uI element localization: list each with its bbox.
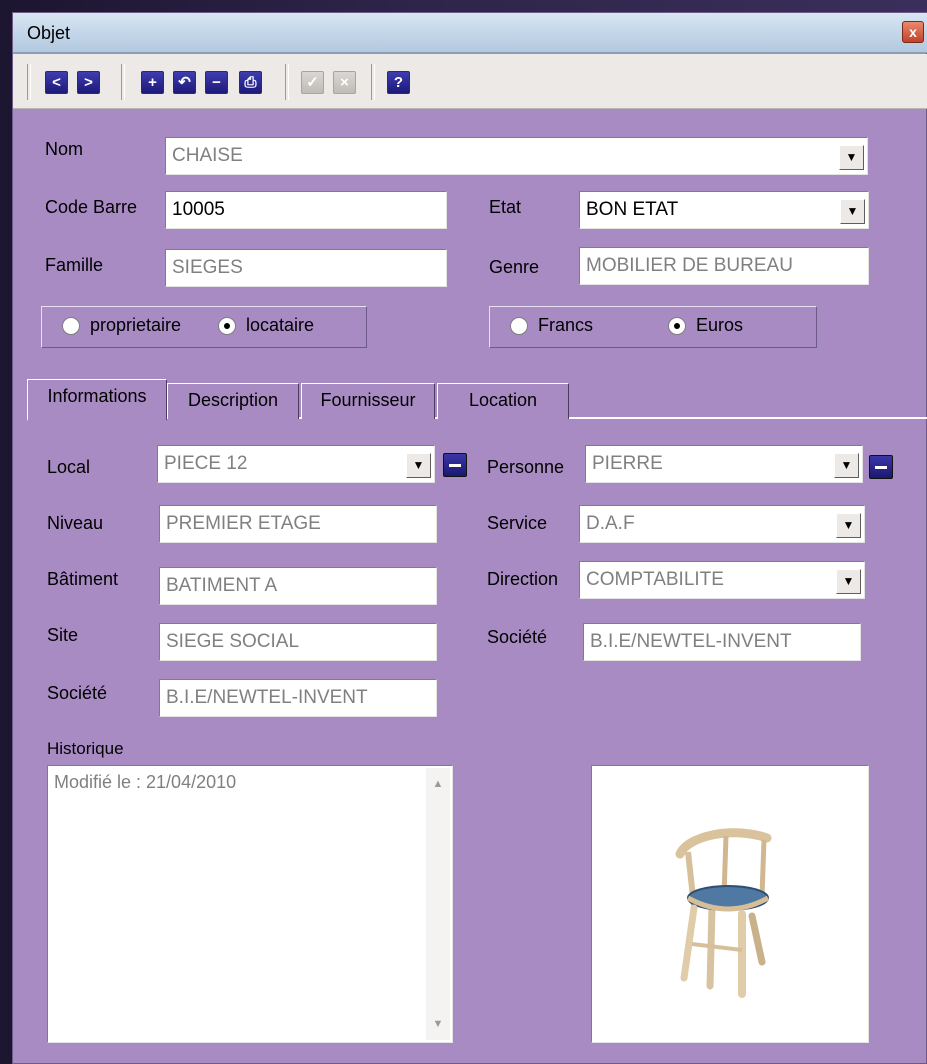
personne-label: Personne bbox=[487, 457, 565, 477]
toolbar: < > + ↶ − ⎙ ✓ × ? bbox=[13, 54, 927, 109]
close-button[interactable]: x bbox=[902, 21, 924, 43]
batiment-label: Bâtiment bbox=[47, 569, 119, 589]
etat-value: BON ETAT bbox=[586, 199, 679, 220]
societe-left-field[interactable]: B.I.E/NEWTEL-INVENT bbox=[159, 679, 437, 717]
chevron-down-icon[interactable]: ▼ bbox=[840, 199, 865, 224]
currency-group: Francs Euros bbox=[489, 306, 817, 348]
direction-value: COMPTABILITE bbox=[586, 569, 724, 590]
local-value: PIECE 12 bbox=[164, 453, 248, 474]
radio-francs[interactable] bbox=[510, 317, 528, 335]
remove-button[interactable]: − bbox=[205, 71, 228, 94]
local-combo[interactable]: PIECE 12 ▼ bbox=[157, 445, 435, 483]
locataire-label: locataire bbox=[246, 315, 315, 335]
scroll-down-icon[interactable]: ▼ bbox=[426, 1012, 450, 1036]
code-barre-label: Code Barre bbox=[45, 197, 138, 217]
niveau-field[interactable]: PREMIER ETAGE bbox=[159, 505, 437, 543]
window-title: Objet bbox=[27, 23, 71, 43]
site-label: Site bbox=[47, 625, 79, 645]
chair-icon bbox=[675, 828, 772, 998]
euros-label: Euros bbox=[696, 315, 744, 335]
remove-personne-button[interactable] bbox=[869, 455, 893, 479]
remove-local-button[interactable] bbox=[443, 453, 467, 477]
validate-button[interactable]: ✓ bbox=[301, 71, 324, 94]
historique-textarea[interactable]: Modifié le : 21/04/2010 ▲ ▼ bbox=[47, 765, 453, 1043]
toolbar-separator bbox=[27, 64, 31, 100]
toolbar-separator bbox=[285, 64, 289, 100]
next-button[interactable]: > bbox=[77, 71, 100, 94]
prev-button[interactable]: < bbox=[45, 71, 68, 94]
cancel-button[interactable]: × bbox=[333, 71, 356, 94]
proprietaire-label: proprietaire bbox=[90, 315, 182, 335]
chevron-down-icon[interactable]: ▼ bbox=[834, 453, 859, 478]
chevron-down-icon[interactable]: ▼ bbox=[836, 513, 861, 538]
service-combo[interactable]: D.A.F ▼ bbox=[579, 505, 865, 543]
object-window: Objet x < > + ↶ − ⎙ ✓ × ? Nom CHAISE ▼ C… bbox=[12, 12, 927, 1064]
scroll-up-icon[interactable]: ▲ bbox=[426, 772, 450, 796]
radio-euros[interactable] bbox=[668, 317, 686, 335]
direction-combo[interactable]: COMPTABILITE ▼ bbox=[579, 561, 865, 599]
niveau-label: Niveau bbox=[47, 513, 104, 533]
societe-left-label: Société bbox=[47, 683, 108, 703]
local-label: Local bbox=[47, 457, 91, 477]
add-button[interactable]: + bbox=[141, 71, 164, 94]
tab-fournisseur[interactable]: Fournisseur bbox=[301, 383, 435, 419]
site-field[interactable]: SIEGE SOCIAL bbox=[159, 623, 437, 661]
genre-label: Genre bbox=[489, 257, 540, 277]
genre-field[interactable]: MOBILIER DE BUREAU bbox=[579, 247, 869, 285]
radio-locataire[interactable] bbox=[218, 317, 236, 335]
tab-informations[interactable]: Informations bbox=[27, 379, 167, 421]
service-label: Service bbox=[487, 513, 548, 533]
toolbar-separator bbox=[121, 64, 125, 100]
batiment-field[interactable]: BATIMENT A bbox=[159, 567, 437, 605]
object-image bbox=[591, 765, 869, 1043]
etat-combo[interactable]: BON ETAT ▼ bbox=[579, 191, 869, 229]
nom-combo[interactable]: CHAISE ▼ bbox=[165, 137, 868, 175]
title-bar[interactable]: Objet x bbox=[13, 13, 927, 53]
nom-value: CHAISE bbox=[172, 145, 243, 166]
personne-combo[interactable]: PIERRE ▼ bbox=[585, 445, 863, 483]
tab-description[interactable]: Description bbox=[167, 383, 299, 419]
toolbar-separator bbox=[371, 64, 375, 100]
chevron-down-icon[interactable]: ▼ bbox=[836, 569, 861, 594]
service-value: D.A.F bbox=[586, 513, 635, 534]
ownership-group: proprietaire locataire bbox=[41, 306, 367, 348]
societe-right-field[interactable]: B.I.E/NEWTEL-INVENT bbox=[583, 623, 861, 661]
historique-text: Modifié le : 21/04/2010 bbox=[54, 772, 237, 792]
personne-value: PIERRE bbox=[592, 453, 663, 474]
chevron-down-icon[interactable]: ▼ bbox=[406, 453, 431, 478]
code-barre-field[interactable]: 10005 bbox=[165, 191, 447, 229]
undo-button[interactable]: ↶ bbox=[173, 71, 196, 94]
print-button[interactable]: ⎙ bbox=[239, 71, 262, 94]
help-button[interactable]: ? bbox=[387, 71, 410, 94]
nom-label: Nom bbox=[45, 139, 84, 159]
historique-label: Historique bbox=[47, 739, 124, 758]
famille-field[interactable]: SIEGES bbox=[165, 249, 447, 287]
chevron-down-icon[interactable]: ▼ bbox=[839, 145, 864, 170]
tab-location[interactable]: Location bbox=[437, 383, 569, 419]
direction-label: Direction bbox=[487, 569, 559, 589]
societe-right-label: Société bbox=[487, 627, 548, 647]
historique-scrollbar[interactable]: ▲ ▼ bbox=[426, 768, 450, 1040]
radio-proprietaire[interactable] bbox=[62, 317, 80, 335]
etat-label: Etat bbox=[489, 197, 522, 217]
francs-label: Francs bbox=[538, 315, 594, 335]
famille-label: Famille bbox=[45, 255, 104, 275]
